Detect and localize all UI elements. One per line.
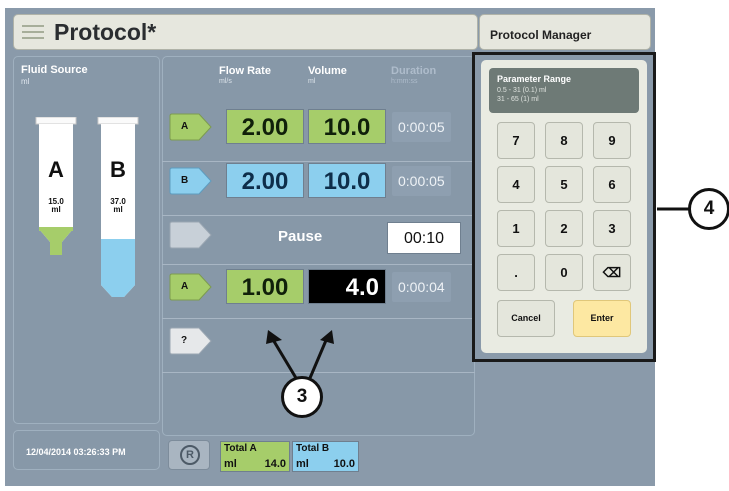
callout-4: 4 xyxy=(688,188,729,230)
callout-3: 3 xyxy=(281,376,323,418)
callout-arrow xyxy=(308,337,329,379)
callout-overlay xyxy=(266,207,691,379)
callout-arrow xyxy=(270,337,298,379)
arrowhead-icon xyxy=(320,330,334,344)
arrowhead-icon xyxy=(266,330,282,344)
